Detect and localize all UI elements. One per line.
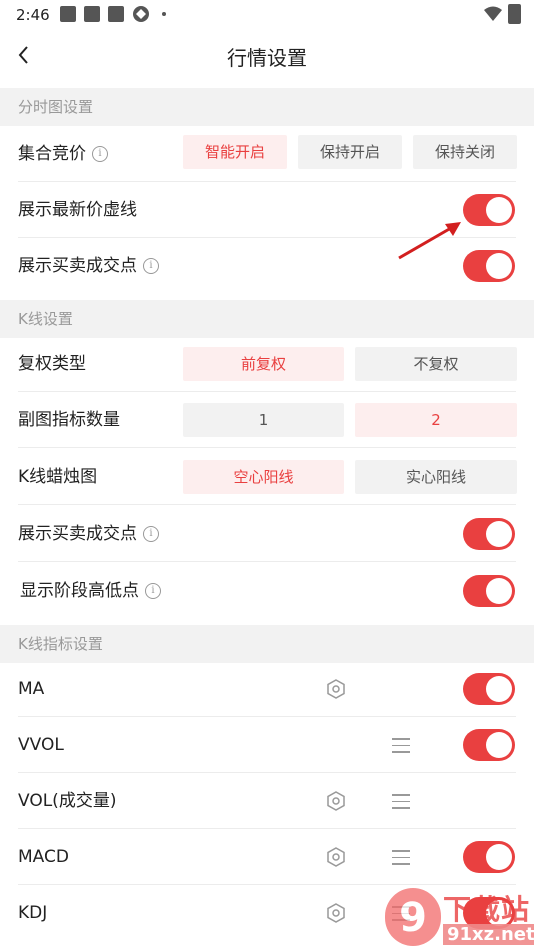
toggle-knob — [486, 578, 512, 604]
indicator-name: MACD — [18, 847, 69, 867]
divider — [18, 561, 516, 562]
divider — [18, 504, 516, 505]
page-title: 行情设置 — [227, 46, 307, 70]
settings-icon[interactable] — [326, 903, 346, 923]
settings-icon[interactable] — [326, 679, 346, 699]
toggle-knob — [486, 521, 512, 547]
settings-icon[interactable] — [326, 847, 346, 867]
adjust-option-none[interactable]: 不复权 — [355, 347, 517, 381]
section-title: K线设置 — [18, 310, 73, 328]
info-icon[interactable]: i — [145, 583, 161, 599]
status-bar: 2:46 — [0, 0, 534, 30]
battery-icon — [508, 4, 521, 24]
auction-label-text: 集合竞价 — [18, 144, 86, 164]
more-notifications-dot — [162, 12, 166, 16]
info-icon[interactable]: i — [92, 146, 108, 162]
kline-trade-points-row: 展示买卖成交点 i — [0, 506, 534, 562]
sub-chart-count-label: 副图指标数量 — [18, 410, 120, 430]
status-time: 2:46 — [16, 6, 50, 24]
adjust-type-label: 复权类型 — [18, 354, 86, 374]
section-title: K线指标设置 — [18, 635, 103, 653]
trade-points-label-text: 展示买卖成交点 — [18, 524, 137, 544]
toggle-knob — [486, 844, 512, 870]
kline-trade-points-toggle[interactable] — [463, 518, 515, 550]
section-header-indicators: K线指标设置 — [0, 625, 534, 663]
notification-icon — [60, 6, 76, 22]
divider — [18, 447, 516, 448]
kline-trade-points-label: 展示买卖成交点 i — [18, 506, 159, 562]
nav-bar: 行情设置 — [0, 30, 534, 82]
indicator-toggle-ma[interactable] — [463, 673, 515, 705]
indicator-name: VVOL — [18, 735, 64, 755]
watermark-url: 91xz.net — [443, 924, 534, 945]
latest-price-line-label: 展示最新价虚线 — [18, 200, 137, 220]
timeshare-trade-points-label: 展示买卖成交点 i — [18, 238, 159, 294]
trade-points-label-text: 展示买卖成交点 — [18, 256, 137, 276]
candle-style-row: K线蜡烛图 空心阳线 实心阳线 — [0, 449, 534, 505]
adjust-option-forward[interactable]: 前复权 — [183, 347, 344, 381]
indicator-name: KDJ — [18, 903, 48, 923]
watermark-logo-text: 9 — [399, 895, 427, 941]
auction-option-smart[interactable]: 智能开启 — [183, 135, 287, 169]
watermark-logo: 9 — [385, 888, 441, 946]
sub-chart-count-row: 副图指标数量 1 2 — [0, 392, 534, 448]
indicator-row-macd: MACD — [0, 829, 534, 885]
stage-points-label: 显示阶段高低点 i — [20, 563, 161, 619]
watermark: 9 下载站 91xz.net — [385, 888, 534, 950]
notification-icon — [108, 6, 124, 22]
candle-style-label: K线蜡烛图 — [18, 467, 98, 487]
auction-row: 集合竞价 i 智能开启 保持开启 保持关闭 — [0, 126, 534, 182]
section-header-timeshare: 分时图设置 — [0, 88, 534, 126]
latest-price-line-toggle[interactable] — [463, 194, 515, 226]
candle-option-hollow[interactable]: 空心阳线 — [183, 460, 344, 494]
toggle-knob — [486, 676, 512, 702]
toggle-knob — [486, 253, 512, 279]
indicator-row-ma: MA — [0, 661, 534, 717]
indicator-name: MA — [18, 679, 45, 699]
sub-count-option-1[interactable]: 1 — [183, 403, 344, 437]
toggle-knob — [486, 732, 512, 758]
auction-option-keep-on[interactable]: 保持开启 — [298, 135, 402, 169]
indicator-row-vol: VOL(成交量) — [0, 773, 534, 829]
sync-icon — [133, 6, 149, 22]
timeshare-trade-points-toggle[interactable] — [463, 250, 515, 282]
annotation-arrow-icon — [398, 222, 461, 260]
section-title: 分时图设置 — [18, 98, 94, 116]
toggle-knob — [486, 197, 512, 223]
indicator-row-vvol: VVOL — [0, 717, 534, 773]
drag-handle-icon[interactable] — [392, 738, 410, 756]
settings-icon[interactable] — [326, 791, 346, 811]
auction-label: 集合竞价 i — [18, 126, 108, 182]
info-icon[interactable]: i — [143, 526, 159, 542]
sub-count-option-2[interactable]: 2 — [355, 403, 517, 437]
drag-handle-icon[interactable] — [392, 794, 410, 812]
indicator-toggle-vvol[interactable] — [463, 729, 515, 761]
wifi-icon — [484, 6, 502, 21]
auction-option-keep-off[interactable]: 保持关闭 — [413, 135, 517, 169]
info-icon[interactable]: i — [143, 258, 159, 274]
adjust-type-row: 复权类型 前复权 不复权 — [0, 336, 534, 392]
indicator-toggle-macd[interactable] — [463, 841, 515, 873]
notification-icon — [84, 6, 100, 22]
section-header-kline: K线设置 — [0, 300, 534, 338]
drag-handle-icon[interactable] — [392, 850, 410, 868]
stage-points-row: 显示阶段高低点 i — [0, 563, 534, 619]
candle-option-solid[interactable]: 实心阳线 — [355, 460, 517, 494]
watermark-title: 下载站 — [443, 893, 531, 926]
indicator-name: VOL(成交量) — [18, 791, 117, 811]
stage-points-label-text: 显示阶段高低点 — [20, 581, 139, 601]
stage-points-toggle[interactable] — [463, 575, 515, 607]
